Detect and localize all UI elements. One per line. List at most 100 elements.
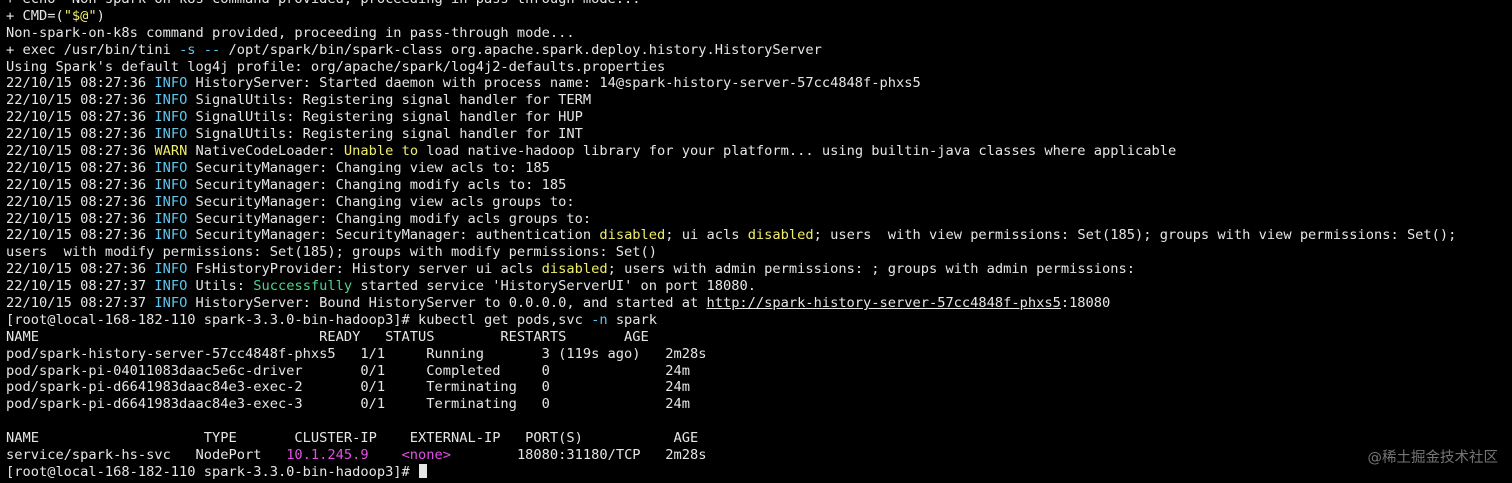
terminal-line: Using Spark's default log4j profile: org…	[6, 59, 1512, 76]
terminal-line: 22/10/15 08:27:36 INFO SecurityManager: …	[6, 177, 1512, 194]
terminal-line: NAME READY STATUS RESTARTS AGE	[6, 329, 1512, 346]
terminal-link[interactable]: http://spark-history-server-57cc4848f-ph…	[706, 295, 1060, 311]
terminal-text: 18080:31180/TCP 2m28s	[451, 447, 707, 464]
terminal-line: + echo 'Non-spark-on-k8s command provide…	[6, 0, 1512, 8]
terminal-text: Unable to	[343, 143, 419, 160]
terminal-line: + exec /usr/bin/tini -s -- /opt/spark/bi…	[6, 42, 1512, 59]
terminal-text: SignalUtils: Registering signal handler …	[187, 92, 592, 109]
terminal-text: disabled	[747, 227, 814, 244]
terminal-line: 22/10/15 08:27:37 INFO HistoryServer: Bo…	[6, 295, 1512, 312]
terminal-text: 22/10/15 08:27:36	[6, 92, 155, 109]
terminal-text: SignalUtils: Registering signal handler …	[187, 109, 583, 126]
terminal-line: 22/10/15 08:27:36 INFO SignalUtils: Regi…	[6, 92, 1512, 109]
terminal-text: load native-hadoop library for your plat…	[418, 143, 1177, 160]
terminal-text: INFO	[154, 176, 188, 193]
terminal-text: INFO	[154, 295, 188, 312]
terminal-text: HistoryServer: Started daemon with proce…	[187, 75, 921, 92]
terminal-line: 22/10/15 08:27:36 INFO SecurityManager: …	[6, 194, 1512, 211]
terminal-cursor	[419, 463, 428, 478]
terminal-line: [root@local-168-182-110 spark-3.3.0-bin-…	[6, 463, 1512, 481]
terminal-line: 22/10/15 08:27:36 INFO SignalUtils: Regi…	[6, 109, 1512, 126]
terminal-text: + CMD=(	[6, 7, 64, 24]
terminal-line: 22/10/15 08:27:36 INFO SecurityManager: …	[6, 211, 1512, 228]
terminal-text: pod/spark-pi-04011083daac5e6c-driver 0/1…	[6, 362, 690, 379]
terminal-text: 22/10/15 08:27:36	[6, 75, 155, 92]
terminal-text: HistoryServer: Bound HistoryServer to 0.…	[187, 295, 707, 312]
terminal-line: pod/spark-pi-d6641983daac84e3-exec-3 0/1…	[6, 396, 1512, 413]
terminal-text: SecurityManager: SecurityManager: authen…	[187, 227, 600, 244]
terminal-text: -s --	[179, 41, 221, 58]
terminal-text: 22/10/15 08:27:36	[6, 109, 155, 126]
terminal-text: Utils:	[187, 278, 254, 295]
terminal-text: Using Spark's default log4j profile: org…	[6, 58, 666, 75]
watermark: @稀土掘金技术社区	[1367, 450, 1499, 466]
terminal-text: <none>	[401, 447, 452, 464]
terminal-line: 22/10/15 08:27:36 WARN NativeCodeLoader:…	[6, 143, 1512, 160]
terminal-text: SignalUtils: Registering signal handler …	[187, 126, 583, 143]
terminal-text: NAME READY STATUS RESTARTS AGE	[6, 328, 649, 345]
terminal-text: SecurityManager: Changing modify acls to…	[187, 176, 567, 193]
terminal-text: WARN	[154, 143, 188, 160]
terminal-text: INFO	[154, 227, 188, 244]
terminal-line: + CMD=("$@")	[6, 8, 1512, 25]
terminal-text: INFO	[154, 159, 188, 176]
terminal-text: INFO	[154, 75, 188, 92]
terminal-text: ; ui acls	[665, 227, 748, 244]
terminal-line: pod/spark-pi-04011083daac5e6c-driver 0/1…	[6, 363, 1512, 380]
terminal-text: 10.1.245.9	[286, 447, 369, 464]
terminal-line: 22/10/15 08:27:36 INFO SecurityManager: …	[6, 227, 1512, 244]
terminal-text: service/spark-hs-svc NodePort	[6, 447, 287, 464]
terminal-text: -n	[591, 311, 608, 328]
terminal-line: 22/10/15 08:27:36 INFO SignalUtils: Regi…	[6, 126, 1512, 143]
terminal-line: service/spark-hs-svc NodePort 10.1.245.9…	[6, 447, 1512, 464]
terminal-line: pod/spark-pi-d6641983daac84e3-exec-2 0/1…	[6, 379, 1512, 396]
terminal-text: started service 'HistoryServerUI' on por…	[352, 278, 756, 295]
terminal-text: users with modify permissions: Set(185);…	[6, 244, 658, 261]
terminal-line: NAME TYPE CLUSTER-IP EXTERNAL-IP PORT(S)…	[6, 430, 1512, 447]
terminal-text: pod/spark-pi-d6641983daac84e3-exec-2 0/1…	[6, 379, 690, 396]
terminal-text: /opt/spark/bin/spark-class org.apache.sp…	[220, 41, 822, 58]
terminal-text: SecurityManager: Changing view acls to: …	[187, 159, 550, 176]
terminal-text: FsHistoryProvider: History server ui acl…	[187, 261, 542, 278]
terminal-line: pod/spark-history-server-57cc4848f-phxs5…	[6, 346, 1512, 363]
terminal-text: SecurityManager: Changing modify acls gr…	[187, 210, 592, 227]
terminal-text: INFO	[154, 109, 188, 126]
terminal-text: INFO	[154, 126, 188, 143]
terminal-text: 22/10/15 08:27:36	[6, 143, 155, 160]
terminal-text: INFO	[154, 210, 188, 227]
terminal-text: "$@"	[63, 7, 97, 24]
terminal-text: 22/10/15 08:27:36	[6, 261, 155, 278]
terminal-text: disabled	[541, 261, 608, 278]
terminal-output[interactable]: + echo 'Non-spark-on-k8s command provide…	[6, 0, 1512, 481]
terminal-text: 22/10/15 08:27:36	[6, 193, 155, 210]
terminal-text: INFO	[154, 92, 188, 109]
terminal-text: 22/10/15 08:27:36	[6, 159, 155, 176]
terminal-line: 22/10/15 08:27:36 INFO SecurityManager: …	[6, 160, 1512, 177]
terminal-text: 22/10/15 08:27:37	[6, 278, 155, 295]
terminal-text: + echo 'Non-spark-on-k8s command provide…	[6, 0, 649, 7]
terminal-text: 22/10/15 08:27:36	[6, 227, 155, 244]
terminal-text: 22/10/15 08:27:36	[6, 210, 155, 227]
terminal-line: [root@local-168-182-110 spark-3.3.0-bin-…	[6, 312, 1512, 329]
terminal-text: ; users with view permissions: Set(185);…	[813, 227, 1457, 244]
terminal-line: 22/10/15 08:27:36 INFO FsHistoryProvider…	[6, 261, 1512, 278]
terminal-text: + exec /usr/bin/tini	[6, 41, 180, 58]
terminal-text: pod/spark-history-server-57cc4848f-phxs5…	[6, 345, 707, 362]
terminal-text: pod/spark-pi-d6641983daac84e3-exec-3 0/1…	[6, 396, 690, 413]
terminal-text: Successfully	[253, 278, 353, 295]
terminal-text: spark	[607, 311, 658, 328]
terminal-line: Non-spark-on-k8s command provided, proce…	[6, 25, 1512, 42]
terminal-text: [root@local-168-182-110 spark-3.3.0-bin-…	[6, 311, 592, 328]
terminal-text: Non-spark-on-k8s command provided, proce…	[6, 24, 575, 41]
terminal-text: 22/10/15 08:27:37	[6, 295, 155, 312]
terminal-line: 22/10/15 08:27:37 INFO Utils: Successful…	[6, 278, 1512, 295]
terminal-text: SecurityManager: Changing view acls grou…	[187, 193, 575, 210]
terminal-text: INFO	[154, 261, 188, 278]
terminal-text: INFO	[154, 193, 188, 210]
terminal-text: :18080	[1060, 295, 1111, 312]
terminal-text: 22/10/15 08:27:36	[6, 176, 155, 193]
terminal-text: INFO	[154, 278, 188, 295]
terminal-text: )	[96, 7, 105, 24]
